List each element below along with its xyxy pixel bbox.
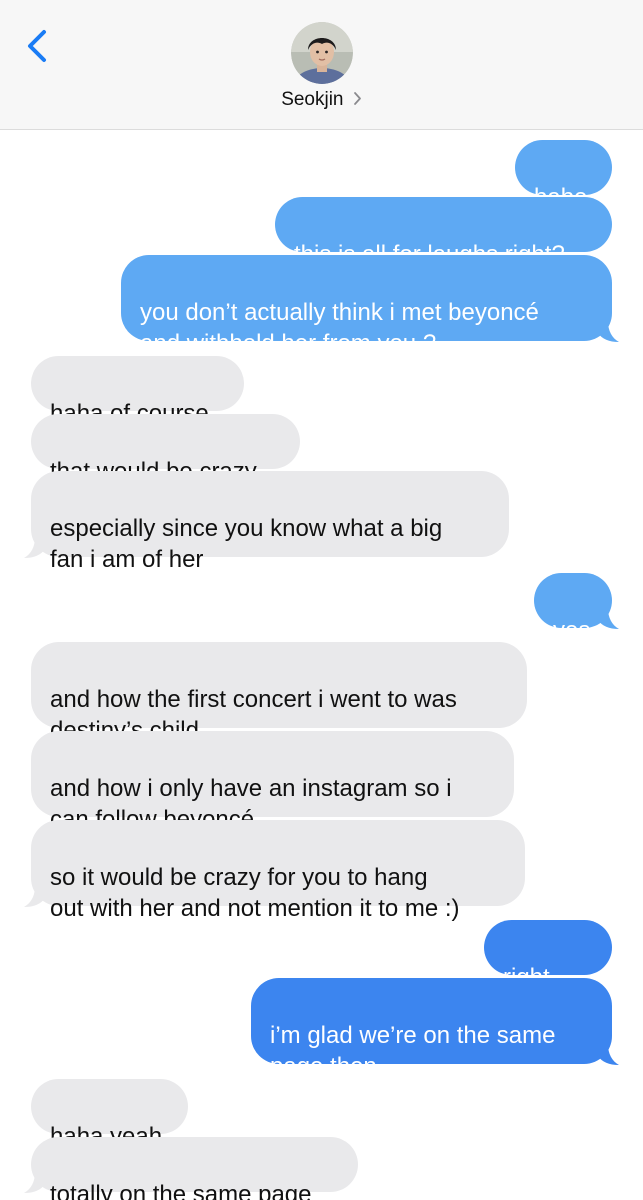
back-button[interactable] (18, 24, 62, 68)
message-text: totally on the same page (50, 1181, 312, 1200)
sent-bubble-tail (598, 1044, 619, 1065)
received-message-bubble[interactable]: especially since you know what a big fan… (31, 471, 509, 573)
sent-message-bubble[interactable]: right..... (484, 920, 612, 991)
contact-avatar[interactable] (291, 22, 353, 84)
message-text: i’m glad we’re on the same page then... (270, 1022, 556, 1080)
received-message-bubble[interactable]: that would be crazy (31, 414, 300, 485)
received-message-bubble[interactable]: and how the first concert i went to was … (31, 642, 527, 744)
sent-bubble-tail (598, 321, 619, 342)
imessage-screen: Seokjin babe this is all for laughs righ… (0, 0, 643, 1200)
chevron-left-icon (28, 30, 46, 62)
message-text: especially since you know what a big fan… (50, 515, 443, 573)
conversation-header: Seokjin (0, 0, 643, 130)
sent-bubble-tail (598, 608, 619, 629)
sent-message-bubble[interactable]: you don’t actually think i met beyoncé a… (121, 255, 612, 357)
received-message-bubble[interactable]: haha yeah (31, 1079, 188, 1150)
sent-message-bubble[interactable]: this is all for laughs right? (275, 197, 612, 268)
message-text: so it would be crazy for you to hang out… (50, 864, 460, 922)
received-bubble-tail (24, 537, 45, 558)
message-text: yes (553, 617, 591, 644)
message-text: you don’t actually think i met beyoncé a… (140, 299, 539, 357)
sent-message-bubble[interactable]: babe (515, 140, 612, 211)
received-bubble-tail (24, 886, 45, 907)
received-message-bubble[interactable]: haha of course (31, 356, 244, 427)
contact-name-button[interactable]: Seokjin (0, 89, 643, 111)
sent-message-bubble[interactable]: i’m glad we’re on the same page then... (251, 978, 612, 1080)
received-bubble-tail (24, 1172, 45, 1193)
received-message-bubble[interactable]: so it would be crazy for you to hang out… (31, 820, 525, 922)
received-message-bubble[interactable]: totally on the same page (31, 1137, 358, 1200)
contact-name: Seokjin (281, 89, 344, 110)
chevron-right-icon (353, 92, 361, 105)
received-message-bubble[interactable]: and how i only have an instagram so i ca… (31, 731, 514, 833)
